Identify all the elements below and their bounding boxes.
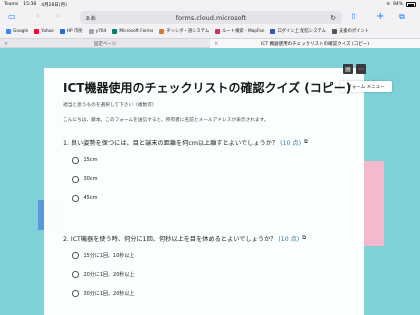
option-2-2[interactable]: 20分に1回、20秒以上 — [72, 271, 134, 278]
status-app: Teams — [4, 1, 19, 7]
favorite-favicon-icon — [270, 28, 276, 34]
favorite-label: Microsoft Forms — [119, 28, 154, 34]
url-text: forms.cloud.microsoft — [175, 13, 247, 22]
radio-button[interactable] — [72, 195, 79, 202]
favorite-favicon-icon — [112, 28, 118, 34]
wifi-icon: ≋ — [386, 2, 390, 7]
favorite-label: ログイン上 配信システム — [277, 29, 326, 34]
form-notice: こんにちは、藤本。このフォームを送信すると、所有者に名前とメールアドレスが表示さ… — [63, 118, 269, 123]
radio-button[interactable] — [72, 157, 79, 164]
favorite-label: ヂッシボ・週システム — [166, 29, 210, 34]
radio-button[interactable] — [72, 176, 79, 183]
option-2-1[interactable]: 15分に1回、10秒以上 — [72, 252, 134, 259]
forward-icon[interactable]: › — [56, 12, 59, 20]
radio-button[interactable] — [72, 252, 79, 259]
favorite-label: y764 — [95, 28, 107, 34]
close-tab-icon[interactable]: × — [214, 41, 218, 47]
reload-icon[interactable]: ↻ — [330, 14, 336, 22]
favorite-item[interactable]: HP 市民 — [59, 28, 83, 34]
immersive-reader-icon[interactable]: ⧉ — [302, 235, 306, 242]
form-instruction: 適当と思うものを選択して下さい（複数可） — [63, 103, 157, 108]
question-text: 1. 良い姿勢を保つには、目と端末の距離を何cm以上離すとよいでしょうか？ — [63, 140, 279, 147]
status-date: 4月28日(月) — [41, 2, 67, 8]
close-tab-icon[interactable]: × — [4, 41, 8, 47]
favorite-item[interactable]: ルート検索 - MapFan — [215, 28, 264, 34]
share-icon[interactable]: ⇧ — [350, 13, 357, 21]
favorites-bar: Google Yahoo HP 市民 y764 Microsoft Forms ヂッシボ・… — [0, 25, 420, 37]
favorite-item[interactable]: Google — [6, 28, 29, 34]
question-points: (10 点) — [278, 236, 300, 243]
radio-button[interactable] — [72, 290, 79, 297]
tab-bar: × 固定ページ × ICT 機器使用のチェックリストの確認クイズ (コピー) — [0, 38, 420, 49]
favorite-item[interactable]: Microsoft Forms — [112, 28, 154, 34]
favorite-item[interactable]: Yahoo — [34, 28, 54, 34]
tab-inactive-label: 固定ページ — [93, 42, 117, 47]
radio-button[interactable] — [72, 271, 79, 278]
favorite-item[interactable]: ログイン上 配信システム — [270, 28, 326, 34]
option-2-3[interactable]: 30分に1回、20秒以上 — [72, 290, 134, 297]
favorite-favicon-icon — [6, 28, 11, 34]
option-label: 15cm — [83, 157, 98, 164]
question-2: 2. ICT機器を使う時、何分に1回、何秒以上を目を休めるとよいでしょうか？ (… — [63, 234, 306, 243]
option-label: 30cm — [83, 176, 98, 183]
option-1-3[interactable]: 45cm — [72, 195, 97, 202]
battery-percent: 94% — [392, 2, 403, 7]
favorite-item[interactable]: 支援のポイント — [331, 28, 370, 34]
favorite-item[interactable]: y764 — [88, 28, 107, 34]
favorite-label: Google — [13, 28, 29, 34]
form-title: ICT機器使用のチェックリストの確認クイズ (コピー) — [63, 81, 352, 95]
back-icon[interactable]: ‹ — [36, 12, 39, 20]
battery-icon — [406, 2, 416, 7]
translate-icon[interactable]: ▤ — [343, 64, 353, 74]
favorite-label: 支援のポイント — [338, 29, 370, 34]
address-bar[interactable]: ぁあ forms.cloud.microsoft ↻ — [80, 11, 342, 24]
favorite-favicon-icon — [331, 28, 337, 34]
favorite-label: ルート検索 - MapFan — [222, 29, 265, 34]
option-label: 15分に1回、10秒以上 — [83, 253, 135, 259]
status-bar: Teams 15:38 4月28日(月) ≋ 94% — [0, 0, 420, 9]
sidebar-icon[interactable]: ▭ — [8, 13, 16, 21]
favorite-favicon-icon — [34, 28, 40, 34]
question-text: 2. ICT機器を使う時、何分に1回、何秒以上を目を休めるとよいでしょうか？ — [63, 236, 277, 243]
favorite-favicon-icon — [59, 28, 65, 34]
status-time: 15:38 — [23, 1, 37, 7]
favorite-favicon-icon — [215, 28, 221, 34]
option-label: 30分に1回、20秒以上 — [83, 291, 135, 297]
option-1-2[interactable]: 30cm — [72, 176, 97, 183]
more-options-icon[interactable]: ⋯ — [356, 64, 366, 74]
question-points: (10 点) — [280, 140, 301, 147]
option-label: 20分に1回、20秒以上 — [83, 272, 135, 278]
option-1-1[interactable]: 15cm — [72, 157, 97, 164]
immersive-reader-icon[interactable]: ⧉ — [304, 139, 308, 146]
option-label: 45cm — [83, 195, 98, 202]
favorite-item[interactable]: ヂッシボ・週システム — [159, 28, 209, 34]
new-tab-icon[interactable]: + — [376, 12, 384, 22]
favorite-label: Yahoo — [41, 28, 54, 34]
form-card-toolbar: ▤ ⋯ — [343, 64, 366, 74]
question-1: 1. 良い姿勢を保つには、目と端末の距離を何cm以上離すとよいでしょうか？ (1… — [63, 138, 308, 147]
tab-active-label: ICT 機器使用のチェックリストの確認クイズ (コピー) — [261, 42, 369, 47]
favorite-favicon-icon — [88, 28, 94, 34]
favorite-label: HP 市民 — [66, 29, 83, 34]
favorite-favicon-icon — [159, 28, 165, 34]
tab-overview-icon[interactable]: ⧉ — [399, 13, 405, 21]
